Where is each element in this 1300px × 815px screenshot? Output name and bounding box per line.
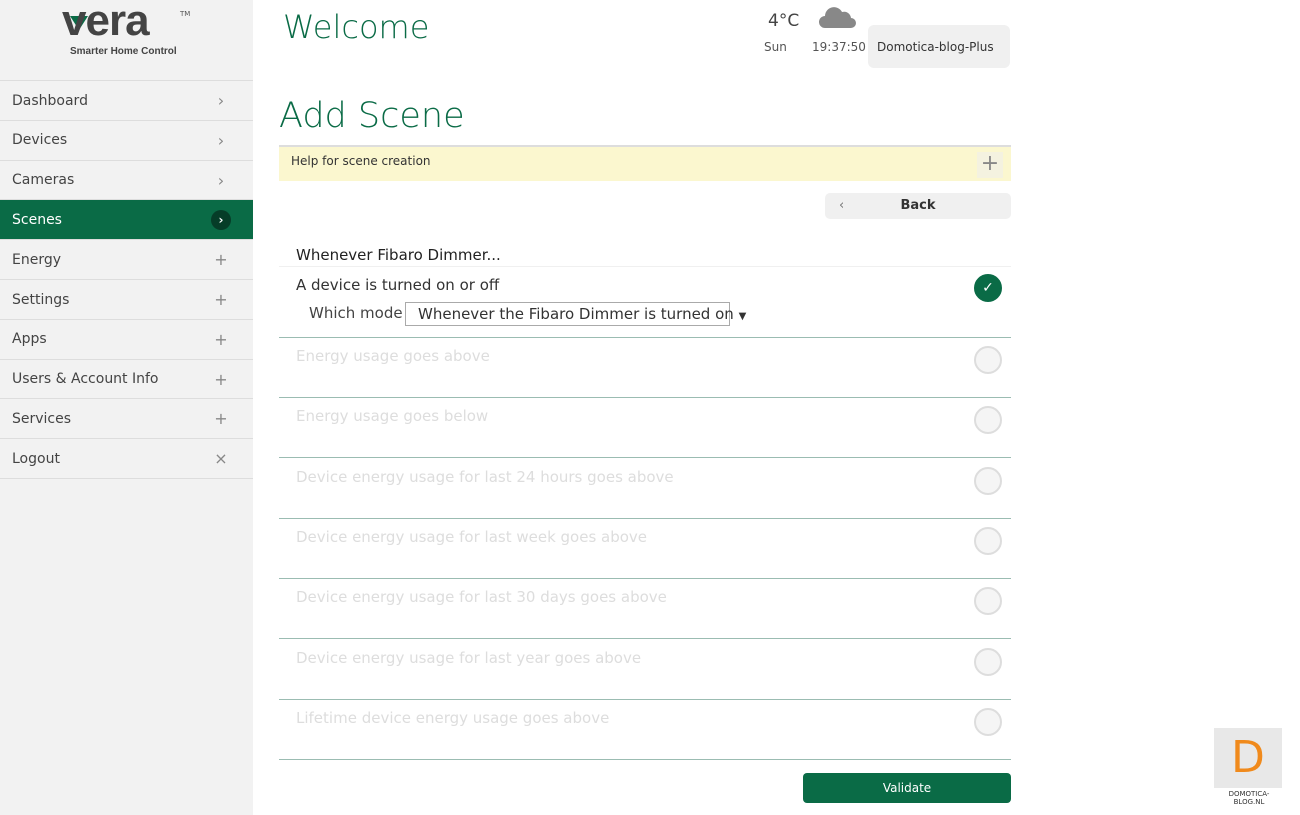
radio-button[interactable] xyxy=(974,708,1002,736)
close-icon: × xyxy=(214,449,228,469)
sidebar-item-dashboard[interactable]: Dashboard › xyxy=(0,80,253,120)
sidebar-item-services[interactable]: Services + xyxy=(0,398,253,438)
vera-logo: vera TM Smarter Home Control xyxy=(60,0,200,62)
sidebar-item-apps[interactable]: Apps + xyxy=(0,318,253,359)
chevron-left-icon: ‹ xyxy=(839,198,845,213)
divider xyxy=(279,699,1011,700)
sidebar-item-label: Cameras xyxy=(12,172,75,189)
help-panel[interactable]: Help for scene creation + xyxy=(279,145,1011,181)
sidebar-item-label: Users & Account Info xyxy=(12,371,159,388)
sidebar-item-label: Energy xyxy=(12,251,62,268)
watermark-letter: D xyxy=(1214,728,1282,788)
sidebar-item-label: Apps xyxy=(12,331,47,348)
sidebar-item-label: Services xyxy=(12,410,72,427)
sidebar-item-label: Settings xyxy=(12,291,70,308)
trigger-option-label[interactable]: Device energy usage for last 24 hours go… xyxy=(296,468,674,486)
mode-value: Whenever the Fibaro Dimmer is turned on xyxy=(418,305,734,323)
watermark-text: DOMOTICA-BLOG.NL xyxy=(1228,790,1270,806)
sidebar-item-scenes[interactable]: Scenes › xyxy=(0,199,253,240)
sidebar-item-label: Logout xyxy=(12,450,60,467)
plus-icon: + xyxy=(214,329,228,349)
back-button[interactable]: ‹ Back xyxy=(825,193,1011,219)
validate-button[interactable]: Validate xyxy=(803,773,1011,803)
radio-button[interactable] xyxy=(974,587,1002,615)
checked-radio-icon[interactable]: ✓ xyxy=(974,274,1002,302)
sidebar-item-users-account-info[interactable]: Users & Account Info + xyxy=(0,358,253,399)
trigger-option-label[interactable]: Energy usage goes above xyxy=(296,347,490,365)
plus-icon: + xyxy=(214,290,228,309)
cloud-icon xyxy=(819,7,856,28)
plus-icon: + xyxy=(214,409,228,429)
plus-icon: + xyxy=(214,250,228,270)
chevron-right-icon: › xyxy=(217,130,225,150)
sidebar-item-cameras[interactable]: Cameras › xyxy=(0,159,253,200)
sidebar-item-logout[interactable]: Logout × xyxy=(0,438,253,478)
divider xyxy=(279,266,1011,267)
trigger-option-label[interactable]: Device energy usage for last 30 days goe… xyxy=(296,588,667,606)
sidebar-item-label: Scenes xyxy=(12,211,62,228)
divider xyxy=(279,397,1011,398)
radio-button[interactable] xyxy=(974,467,1002,495)
trigger-option-label[interactable]: Device energy usage for last year goes a… xyxy=(296,649,641,667)
divider xyxy=(279,337,1011,338)
divider xyxy=(279,578,1011,579)
divider xyxy=(0,478,253,479)
weather-day: Sun xyxy=(764,40,787,54)
divider xyxy=(279,638,1011,639)
sidebar-item-energy[interactable]: Energy + xyxy=(0,239,253,279)
page-title: Add Scene xyxy=(279,96,465,136)
help-label: Help for scene creation xyxy=(291,154,431,168)
chevron-right-icon: › xyxy=(211,209,231,230)
chevron-right-icon: › xyxy=(217,170,225,190)
mode-select[interactable]: Whenever the Fibaro Dimmer is turned on … xyxy=(405,302,746,326)
divider xyxy=(279,457,1011,458)
sidebar-item-label: Dashboard xyxy=(12,92,88,109)
divider xyxy=(279,518,1011,519)
plus-icon: + xyxy=(214,369,228,389)
trigger-option-label[interactable]: Device energy usage for last week goes a… xyxy=(296,528,647,546)
sidebar: vera TM Smarter Home Control Dashboard › D… xyxy=(0,0,253,815)
clock: 19:37:50 xyxy=(812,40,866,54)
radio-button[interactable] xyxy=(974,346,1002,374)
radio-button[interactable] xyxy=(974,406,1002,434)
radio-button[interactable] xyxy=(974,648,1002,676)
trigger-device-title: Whenever Fibaro Dimmer... xyxy=(296,246,501,264)
divider xyxy=(279,759,1011,760)
watermark-logo: D DOMOTICA-BLOG.NL xyxy=(1214,728,1284,806)
chevron-right-icon: › xyxy=(217,91,225,110)
sidebar-item-label: Devices xyxy=(12,132,68,149)
trigger-option-label[interactable]: Lifetime device energy usage goes above xyxy=(296,709,609,727)
radio-button[interactable] xyxy=(974,527,1002,555)
temperature: 4°C xyxy=(768,11,800,31)
sidebar-item-devices[interactable]: Devices › xyxy=(0,119,253,160)
trigger-option-label[interactable]: A device is turned on or off xyxy=(296,276,499,294)
welcome-heading: Welcome xyxy=(283,8,430,46)
trigger-option-label[interactable]: Energy usage goes below xyxy=(296,407,488,425)
dropdown-arrow-icon: ▼ xyxy=(738,311,747,322)
sidebar-item-settings[interactable]: Settings + xyxy=(0,279,253,319)
back-label: Back xyxy=(900,198,936,213)
mode-label: Which mode xyxy=(309,304,403,322)
expand-plus-icon[interactable]: + xyxy=(977,152,1003,178)
user-account-button[interactable]: Domotica-blog-Plus xyxy=(868,25,1010,68)
